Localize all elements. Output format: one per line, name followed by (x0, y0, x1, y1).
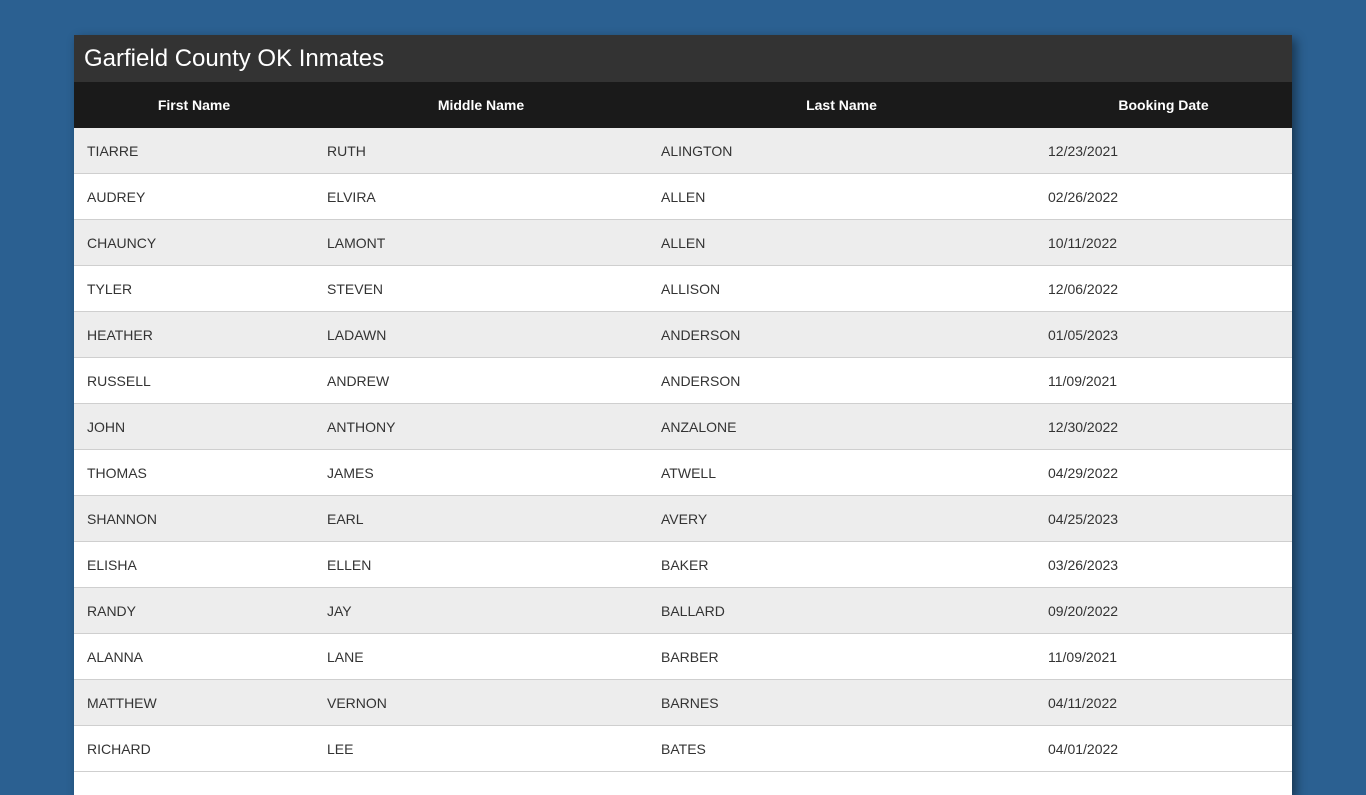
column-header-first-name[interactable]: First Name (74, 82, 314, 128)
cell-last-name: BARBER (648, 633, 1035, 680)
cell-last-name: ALLEN (648, 219, 1035, 266)
table-row[interactable]: MATTHEW VERNON BARNES 04/11/2022 (74, 679, 1292, 726)
column-header-booking-date[interactable]: Booking Date (1035, 82, 1292, 128)
cell-booking-date: 04/29/2022 (1035, 449, 1292, 496)
cell-middle-name: LANE (314, 633, 648, 680)
cell-last-name: BATES (648, 725, 1035, 772)
cell-last-name: AVERY (648, 495, 1035, 542)
cell-middle-name: ELLEN (314, 541, 648, 588)
cell-booking-date: 11/09/2021 (1035, 633, 1292, 680)
table-row[interactable]: HEATHER LADAWN ANDERSON 01/05/2023 (74, 311, 1292, 358)
cell-booking-date: 01/05/2023 (1035, 311, 1292, 358)
cell-last-name: ALINGTON (648, 128, 1035, 174)
cell-first-name: CHAUNCY (74, 219, 314, 266)
table-header: First Name Middle Name Last Name Booking… (74, 82, 1292, 128)
cell-first-name: ELISHA (74, 541, 314, 588)
cell-first-name: AUDREY (74, 173, 314, 220)
cell-middle-name: JAMES (314, 449, 648, 496)
cell-last-name: ANDERSON (648, 357, 1035, 404)
cell-last-name: BALLARD (648, 587, 1035, 634)
cell-middle-name: STEVEN (314, 265, 648, 312)
cell-middle-name: ELVIRA (314, 173, 648, 220)
cell-last-name: ANDERSON (648, 311, 1035, 358)
cell-middle-name: RUTH (314, 128, 648, 174)
table-row[interactable]: ELISHA ELLEN BAKER 03/26/2023 (74, 541, 1292, 588)
table-row[interactable]: RANDY JAY BALLARD 09/20/2022 (74, 587, 1292, 634)
cell-first-name: ALANNA (74, 633, 314, 680)
table-row[interactable]: SHANNON EARL AVERY 04/25/2023 (74, 495, 1292, 542)
cell-middle-name: ANDREW (314, 357, 648, 404)
cell-last-name: ALLISON (648, 265, 1035, 312)
cell-first-name: RUSSELL (74, 357, 314, 404)
inmates-panel: Garfield County OK Inmates First Name Mi… (74, 35, 1292, 795)
column-header-last-name[interactable]: Last Name (648, 82, 1035, 128)
table-row[interactable]: CHAUNCY LAMONT ALLEN 10/11/2022 (74, 219, 1292, 266)
cell-first-name: SHANNON (74, 495, 314, 542)
cell-last-name: ANZALONE (648, 403, 1035, 450)
cell-booking-date: 04/01/2022 (1035, 725, 1292, 772)
header-row: First Name Middle Name Last Name Booking… (74, 82, 1292, 128)
cell-first-name: TIARRE (74, 128, 314, 174)
table-body: TIARRE RUTH ALINGTON 12/23/2021 AUDREY E… (74, 128, 1292, 772)
table-row[interactable]: TYLER STEVEN ALLISON 12/06/2022 (74, 265, 1292, 312)
cell-first-name: HEATHER (74, 311, 314, 358)
cell-booking-date: 12/30/2022 (1035, 403, 1292, 450)
cell-middle-name: VERNON (314, 679, 648, 726)
cell-first-name: THOMAS (74, 449, 314, 496)
cell-first-name: TYLER (74, 265, 314, 312)
cell-booking-date: 11/09/2021 (1035, 357, 1292, 404)
cell-middle-name: LEE (314, 725, 648, 772)
cell-middle-name: JAY (314, 587, 648, 634)
cell-first-name: MATTHEW (74, 679, 314, 726)
table-row[interactable]: ALANNA LANE BARBER 11/09/2021 (74, 633, 1292, 680)
cell-first-name: RICHARD (74, 725, 314, 772)
table-row[interactable]: JOHN ANTHONY ANZALONE 12/30/2022 (74, 403, 1292, 450)
cell-booking-date: 03/26/2023 (1035, 541, 1292, 588)
cell-booking-date: 09/20/2022 (1035, 587, 1292, 634)
table-row[interactable]: AUDREY ELVIRA ALLEN 02/26/2022 (74, 173, 1292, 220)
cell-middle-name: LAMONT (314, 219, 648, 266)
table-row[interactable]: RICHARD LEE BATES 04/01/2022 (74, 725, 1292, 772)
cell-booking-date: 04/25/2023 (1035, 495, 1292, 542)
table-row[interactable]: RUSSELL ANDREW ANDERSON 11/09/2021 (74, 357, 1292, 404)
cell-booking-date: 12/06/2022 (1035, 265, 1292, 312)
cell-booking-date: 02/26/2022 (1035, 173, 1292, 220)
cell-middle-name: LADAWN (314, 311, 648, 358)
cell-booking-date: 12/23/2021 (1035, 128, 1292, 174)
cell-last-name: BAKER (648, 541, 1035, 588)
table-row[interactable]: THOMAS JAMES ATWELL 04/29/2022 (74, 449, 1292, 496)
cell-first-name: JOHN (74, 403, 314, 450)
table-row[interactable]: TIARRE RUTH ALINGTON 12/23/2021 (74, 128, 1292, 174)
cell-first-name: RANDY (74, 587, 314, 634)
column-header-middle-name[interactable]: Middle Name (314, 82, 648, 128)
cell-last-name: ALLEN (648, 173, 1035, 220)
inmates-table: First Name Middle Name Last Name Booking… (74, 82, 1292, 772)
cell-booking-date: 04/11/2022 (1035, 679, 1292, 726)
cell-middle-name: ANTHONY (314, 403, 648, 450)
cell-middle-name: EARL (314, 495, 648, 542)
cell-booking-date: 10/11/2022 (1035, 219, 1292, 266)
cell-last-name: BARNES (648, 679, 1035, 726)
cell-last-name: ATWELL (648, 449, 1035, 496)
page-title: Garfield County OK Inmates (74, 35, 1292, 82)
